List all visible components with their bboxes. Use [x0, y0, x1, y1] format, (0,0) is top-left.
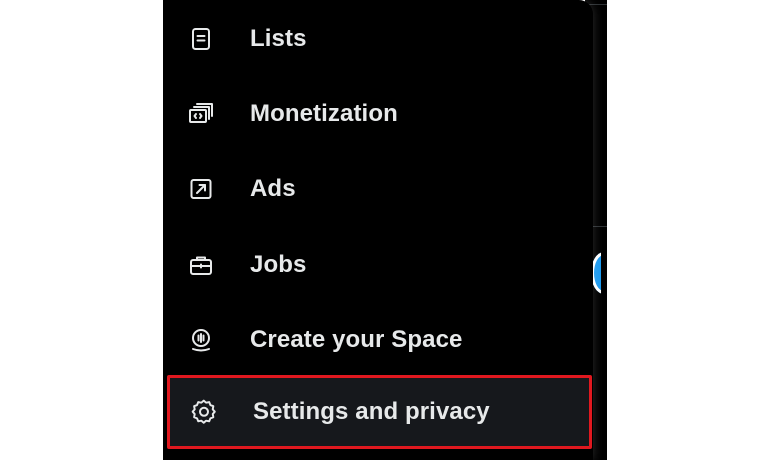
menu-item-label: Create your Space — [250, 326, 463, 353]
menu-item-label: Monetization — [250, 100, 398, 127]
menu-item-label: Jobs — [250, 251, 307, 278]
menu-item-create-space[interactable]: Create your Space — [163, 303, 593, 377]
menu-item-monetization[interactable]: Monetization — [163, 77, 593, 151]
money-icon — [187, 100, 215, 128]
more-menu: Lists Monetization Ads Jobs Create your … — [163, 0, 593, 460]
microphone-icon — [187, 326, 215, 354]
gear-icon — [190, 398, 218, 426]
menu-item-lists[interactable]: Lists — [163, 2, 593, 76]
ads-icon — [187, 175, 215, 203]
briefcase-icon — [187, 251, 215, 279]
menu-item-label: Settings and privacy — [253, 398, 490, 425]
menu-item-ads[interactable]: Ads — [163, 152, 593, 226]
menu-item-label: Ads — [250, 175, 296, 202]
menu-item-label: Lists — [250, 25, 307, 52]
list-icon — [187, 25, 215, 53]
screenshot-stage: Lists Monetization Ads Jobs Create your … — [0, 0, 768, 460]
avatar — [591, 252, 601, 294]
menu-item-jobs[interactable]: Jobs — [163, 228, 593, 302]
menu-item-settings-privacy[interactable]: Settings and privacy — [167, 375, 592, 449]
